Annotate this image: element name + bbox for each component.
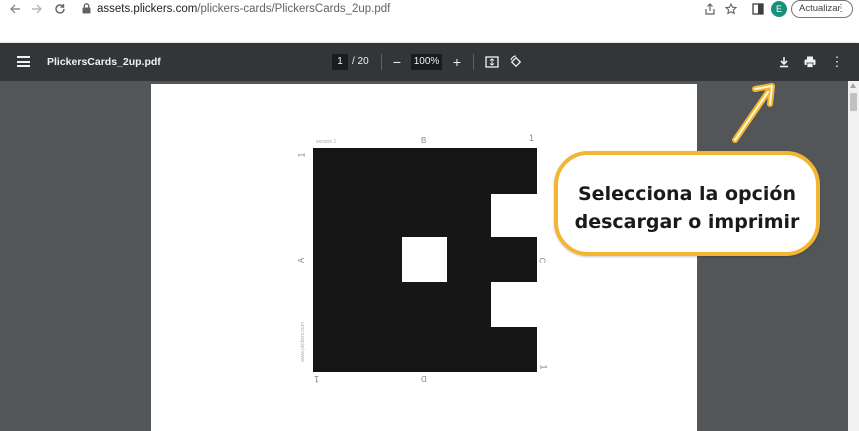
share-icon: [705, 3, 715, 15]
pdf-toolbar: PlickersCards_2up.pdf 1 / 20 − 100% + ⋮: [0, 43, 859, 81]
card-number-top-right: 1: [529, 133, 535, 143]
scroll-thumb[interactable]: [850, 93, 857, 111]
zoom-out-button[interactable]: −: [390, 53, 404, 71]
page-number-input[interactable]: 1: [332, 54, 348, 70]
url-path: /plickers-cards/PlickersCards_2up.pdf: [197, 3, 391, 15]
forward-button[interactable]: [29, 1, 45, 17]
card-number-top-left: 1: [296, 152, 307, 158]
share-button[interactable]: [702, 1, 718, 17]
arrow-right-icon: [32, 4, 42, 14]
document-title: PlickersCards_2up.pdf: [47, 56, 161, 68]
card-letter-right: C: [537, 257, 547, 264]
back-button[interactable]: [7, 1, 23, 17]
callout-line-1: Selecciona la opción: [578, 183, 796, 205]
arrow-left-icon: [10, 4, 20, 14]
address-bar[interactable]: assets.plickers.com/plickers-cards/Plick…: [97, 1, 390, 17]
browser-top-bar: assets.plickers.com/plickers-cards/Plick…: [0, 0, 859, 43]
update-button[interactable]: Actualizar ⋮: [791, 0, 853, 18]
more-vert-icon: ⋮: [836, 3, 846, 14]
pdf-page: version 1 B A C D 1 1 1 1 www.plickers.c…: [151, 84, 697, 431]
card-letter-bottom: D: [421, 374, 427, 383]
reload-icon: [55, 4, 65, 14]
page-total: / 20: [352, 56, 369, 67]
print-button[interactable]: [802, 54, 818, 70]
toolbar-divider: [473, 54, 474, 70]
card-letter-left: A: [297, 257, 307, 264]
star-icon: [724, 2, 738, 15]
side-panel-icon: [752, 3, 764, 15]
card-number-bottom-right: 1: [538, 364, 549, 370]
zoom-in-button[interactable]: +: [450, 53, 464, 71]
rotate-icon: [510, 55, 522, 68]
scroll-up-arrow-icon[interactable]: [850, 83, 856, 88]
more-options-button[interactable]: ⋮: [830, 53, 844, 71]
card-watermark: www.plickers.com: [299, 322, 306, 362]
toolbar-divider: [381, 54, 382, 70]
zoom-level-input[interactable]: 100%: [411, 54, 442, 70]
fit-page-icon: [485, 56, 499, 68]
bookmark-button[interactable]: [723, 1, 739, 17]
callout-text: Selecciona la opción descargar o imprimi…: [558, 180, 816, 236]
profile-avatar[interactable]: E: [771, 1, 787, 17]
print-icon: [804, 56, 816, 68]
instruction-callout: Selecciona la opción descargar o imprimi…: [554, 151, 820, 256]
fit-page-button[interactable]: [484, 54, 500, 70]
url-host: assets.plickers.com: [97, 3, 198, 15]
side-panel-button[interactable]: [750, 1, 766, 17]
update-label: Actualizar: [799, 3, 841, 14]
card-number-bottom-left: 1: [314, 374, 320, 384]
card-version-label: version 1: [316, 139, 337, 145]
reload-button[interactable]: [52, 1, 68, 17]
rotate-button[interactable]: [508, 54, 524, 70]
card-letter-top: B: [421, 136, 427, 145]
lock-icon[interactable]: [82, 3, 91, 14]
menu-icon[interactable]: [17, 56, 30, 67]
download-icon: [780, 57, 788, 68]
download-button[interactable]: [776, 54, 792, 70]
vertical-scrollbar[interactable]: [848, 81, 859, 431]
callout-line-2: descargar o imprimir: [574, 211, 800, 233]
